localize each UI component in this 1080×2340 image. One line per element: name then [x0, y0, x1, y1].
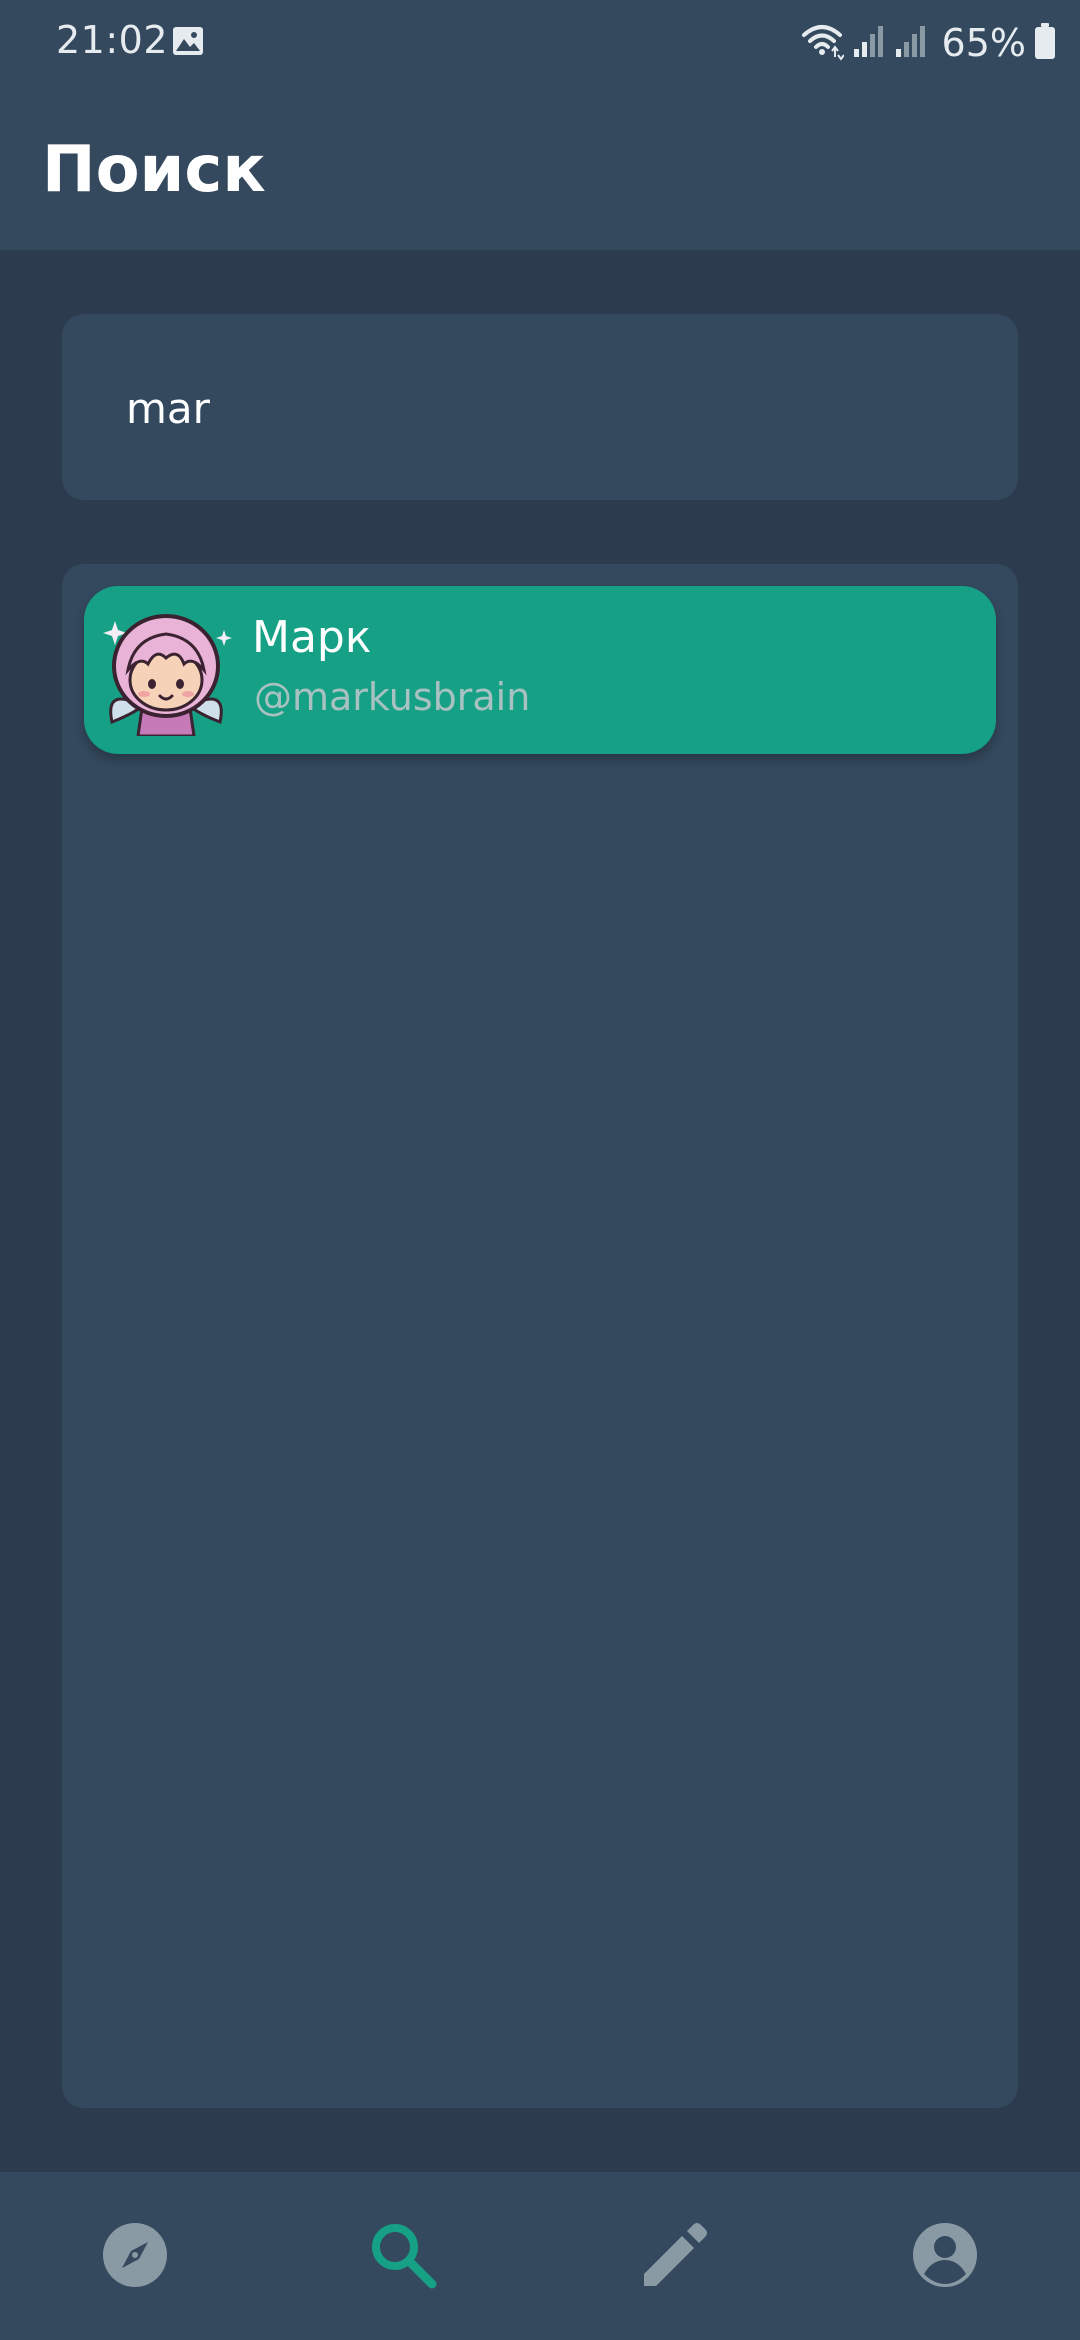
compass-icon: [102, 2222, 168, 2292]
bottom-navigation: [0, 2172, 1080, 2340]
search-input[interactable]: [126, 370, 966, 446]
battery-percentage: 65%: [941, 21, 1026, 65]
app-root: 21:02 65% Поиск mar Марк @markusbrain: [0, 0, 1080, 2340]
avatar: [100, 604, 232, 738]
search-field-container: [62, 314, 1018, 500]
status-time: 21:02: [56, 18, 169, 62]
pencil-icon: [640, 2220, 710, 2294]
nav-create-button[interactable]: [630, 2212, 720, 2302]
signal-icon: [852, 23, 886, 63]
page-title: Поиск: [42, 133, 266, 207]
gallery-icon: [172, 26, 204, 56]
status-bar: 21:02 65%: [0, 0, 1080, 88]
result-handle: @markusbrain: [254, 675, 531, 719]
wifi-icon: [800, 21, 845, 65]
nav-search-button[interactable]: [358, 2212, 448, 2302]
user-result-item[interactable]: Марк @markusbrain: [84, 586, 996, 754]
nav-explore-button[interactable]: [90, 2212, 180, 2302]
signal-icon: [894, 23, 928, 63]
status-icons: 65%: [800, 18, 1056, 68]
result-name: Марк: [252, 612, 372, 663]
account-icon: [912, 2222, 978, 2292]
battery-icon: [1034, 22, 1056, 64]
top-app-bar: 21:02 65% Поиск: [0, 0, 1080, 250]
search-icon: [368, 2220, 438, 2294]
results-list: Марк @markusbrain: [62, 564, 1018, 2108]
nav-profile-button[interactable]: [900, 2212, 990, 2302]
